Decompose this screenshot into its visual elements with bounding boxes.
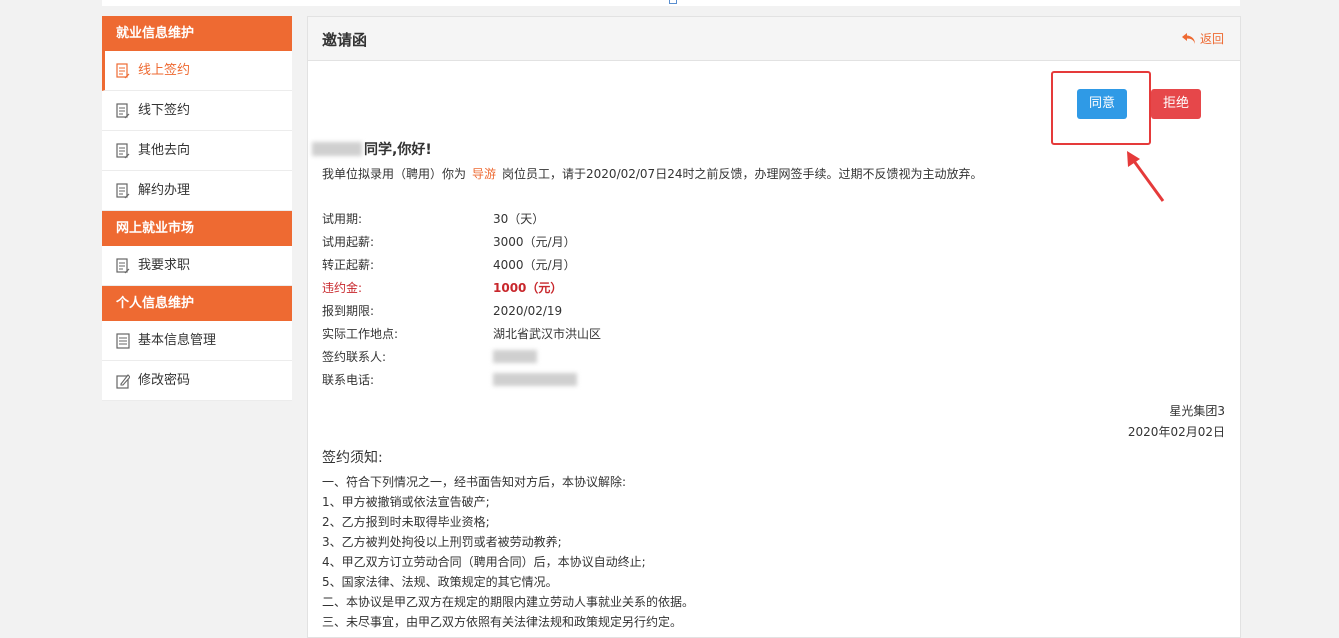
panel-header: 邀请函 返回 (308, 17, 1240, 61)
notice-line: 2、乙方报到时未取得毕业资格; (322, 515, 490, 529)
info-label: 签约联系人: (322, 350, 387, 364)
sidebar-item-label: 修改密码 (138, 373, 191, 388)
notice-line: 5、国家法律、法规、政策规定的其它情况。 (322, 575, 558, 589)
sidebar-item-online-sign[interactable]: 线上签约 (102, 51, 292, 91)
greeting: 同学,你好! (312, 139, 432, 159)
position-name: 导游 (472, 167, 497, 181)
sidebar-item-label: 我要求职 (138, 258, 191, 273)
notice-line: 三、未尽事宜，由甲乙双方依照有关法律法规和政策规定另行约定。 (322, 615, 683, 629)
sidebar-item-label: 线上签约 (138, 63, 191, 78)
info-label: 试用期: (322, 212, 363, 226)
notice-line: 一、符合下列情况之一，经书面告知对方后，本协议解除: (322, 475, 627, 489)
sidebar-section-employment: 就业信息维护 (102, 16, 292, 51)
sidebar-item-job-seek[interactable]: 我要求职 (102, 246, 292, 286)
sidebar: 就业信息维护 线上签约 线下签约 其他去向 解约办理 网上就业市场 我要求职 个… (102, 16, 292, 401)
info-row-regular-salary: 转正起薪: 4000（元/月） (322, 253, 601, 276)
signature-date: 2020年02月02日 (1127, 425, 1225, 439)
redacted-contact (493, 350, 537, 363)
greeting-text: 同学,你好! (364, 142, 432, 158)
sidebar-item-label: 基本信息管理 (138, 333, 217, 348)
info-value: 2020/02/19 (493, 303, 563, 318)
edit-icon (116, 373, 130, 389)
info-value: 4000（元/月） (493, 258, 576, 272)
info-label: 转正起薪: (322, 258, 375, 272)
info-value: 3000（元/月） (493, 235, 576, 249)
intro-suffix: 岗位员工，请于2020/02/07日24时之前反馈，办理网签手续。过期不反馈视为… (502, 167, 983, 181)
info-label: 报到期限: (322, 304, 375, 318)
sidebar-item-label: 其他去向 (138, 143, 191, 158)
sidebar-item-terminate[interactable]: 解约办理 (102, 171, 292, 211)
info-label: 试用起薪: (322, 235, 375, 249)
info-row-report-deadline: 报到期限: 2020/02/19 (322, 299, 601, 322)
redacted-name (312, 142, 362, 156)
back-label: 返回 (1199, 32, 1224, 46)
sidebar-item-basic-info[interactable]: 基本信息管理 (102, 321, 292, 361)
info-row-contact-phone: 联系电话: (322, 368, 601, 391)
notice-line: 4、甲乙双方订立劳动合同（聘用合同）后，本协议自动终止; (322, 555, 646, 569)
info-label: 实际工作地点: (322, 327, 399, 341)
info-row-contact-person: 签约联系人: (322, 345, 601, 368)
info-value: 1000（元） (493, 281, 563, 295)
notice-title: 签约须知: (322, 450, 383, 466)
back-link[interactable]: 返回 (1181, 30, 1224, 47)
company-signature: 星光集团3 (1169, 404, 1225, 418)
invitation-panel: 邀请函 返回 同意 拒绝 同学,你好! 我单位拟录用（聘用）你为 导游 岗位员工，请… (307, 16, 1241, 638)
document-icon (116, 62, 130, 79)
list-document-icon (116, 332, 130, 349)
document-icon (116, 102, 130, 119)
page-title: 邀请函 (322, 31, 368, 49)
offer-intro: 我单位拟录用（聘用）你为 导游 岗位员工，请于2020/02/07日24时之前反馈，… (322, 165, 982, 182)
redacted-phone (493, 373, 577, 386)
annotation-arrow-icon (1127, 151, 1165, 202)
sidebar-item-offline-sign[interactable]: 线下签约 (102, 91, 292, 131)
sidebar-item-change-password[interactable]: 修改密码 (102, 361, 292, 401)
info-label: 违约金: (322, 281, 363, 295)
notice-line: 3、乙方被判处拘役以上刑罚或者被劳动教养; (322, 535, 562, 549)
notice-line: 1、甲方被撤销或依法宣告破产; (322, 495, 490, 509)
intro-prefix: 我单位拟录用（聘用）你为 (322, 167, 467, 181)
info-row-penalty: 违约金: 1000（元） (322, 276, 601, 299)
reject-button[interactable]: 拒绝 (1151, 89, 1201, 119)
info-value: 湖北省武汉市洪山区 (493, 327, 602, 341)
document-icon (116, 182, 130, 199)
info-row-work-location: 实际工作地点: 湖北省武汉市洪山区 (322, 322, 601, 345)
notice-line: 二、本协议是甲乙双方在规定的期限内建立劳动人事就业关系的依据。 (322, 595, 695, 609)
sidebar-section-job-market: 网上就业市场 (102, 211, 292, 246)
document-icon (116, 257, 130, 274)
sidebar-item-label: 解约办理 (138, 183, 191, 198)
sidebar-item-other-destination[interactable]: 其他去向 (102, 131, 292, 171)
sidebar-section-personal: 个人信息维护 (102, 286, 292, 321)
info-row-probation-salary: 试用起薪: 3000（元/月） (322, 230, 601, 253)
info-label: 联系电话: (322, 373, 375, 387)
sidebar-item-label: 线下签约 (138, 103, 191, 118)
top-marker (669, 0, 677, 4)
offer-info: 试用期: 30（天） 试用起薪: 3000（元/月） 转正起薪: 4000（元/… (322, 207, 601, 391)
return-arrow-icon (1181, 32, 1195, 44)
info-value: 30（天） (493, 212, 545, 226)
document-icon (116, 142, 130, 159)
info-row-probation: 试用期: 30（天） (322, 207, 601, 230)
agree-button[interactable]: 同意 (1077, 89, 1127, 119)
notice-list: 一、符合下列情况之一，经书面告知对方后，本协议解除: 1、甲方被撤销或依法宣告破… (322, 472, 694, 632)
